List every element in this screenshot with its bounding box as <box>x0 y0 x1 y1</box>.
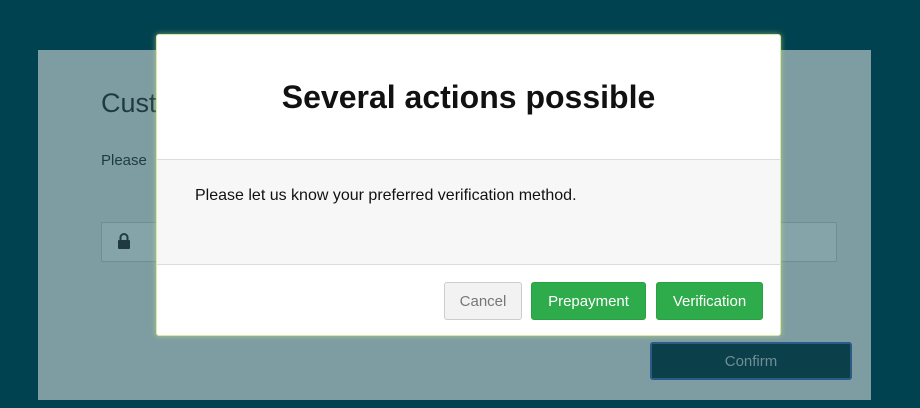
verification-button[interactable]: Verification <box>656 282 763 320</box>
dialog-title: Several actions possible <box>281 79 656 115</box>
dialog-footer: Cancel Prepayment Verification <box>157 265 780 335</box>
cancel-button[interactable]: Cancel <box>444 282 522 320</box>
lock-icon <box>118 233 130 249</box>
page-title: Cust <box>101 88 157 118</box>
page-instruction-text: Please <box>101 152 147 169</box>
dialog-message: Please let us know your preferred verifi… <box>195 187 577 204</box>
prepayment-button[interactable]: Prepayment <box>531 282 646 320</box>
action-dialog: Several actions possible Please let us k… <box>156 34 781 336</box>
dialog-body: Please let us know your preferred verifi… <box>157 160 780 265</box>
dialog-header: Several actions possible <box>157 35 780 160</box>
confirm-button[interactable]: Confirm <box>650 342 852 380</box>
